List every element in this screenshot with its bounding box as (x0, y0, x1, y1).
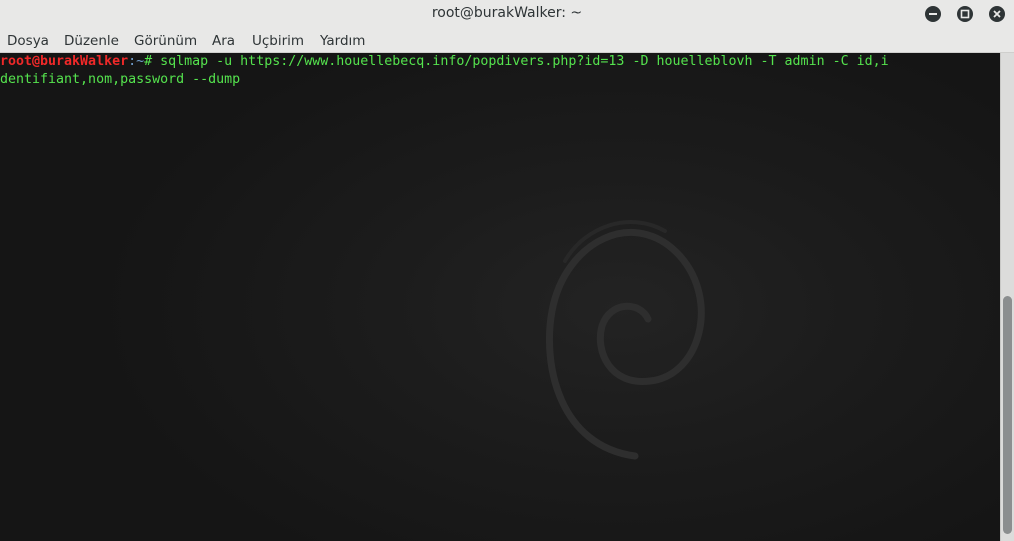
command-line-1: sqlmap -u https://www.houellebecq.info/p… (160, 54, 889, 69)
close-button[interactable] (989, 6, 1005, 22)
maximize-button[interactable] (957, 6, 973, 22)
prompt-user: root@burakWalker (0, 54, 129, 69)
terminal-output: root@burakWalker:~# sqlmap -u https://ww… (0, 53, 1000, 89)
menu-bar: Dosya Düzenle Görünüm Ara Uçbirim Yardım (0, 30, 1014, 53)
menu-dosya[interactable]: Dosya (7, 32, 49, 50)
menu-ara[interactable]: Ara (212, 32, 235, 50)
debian-swirl-icon (546, 220, 705, 460)
window-title: root@burakWalker: ~ (431, 5, 583, 21)
terminal-window: root@burakWalker: ~ Dosya Düzenle Görünü… (0, 0, 1014, 541)
menu-gorunum[interactable]: Görünüm (134, 32, 197, 50)
terminal-area[interactable]: root@burakWalker:~# sqlmap -u https://ww… (0, 53, 1000, 541)
prompt-path: :~ (128, 54, 145, 69)
command-line-2: dentifiant,nom,password --dump (0, 72, 241, 87)
minimize-button[interactable] (925, 6, 941, 22)
maximize-icon (960, 9, 970, 19)
close-icon (993, 10, 1001, 18)
scrollbar-thumb[interactable] (1003, 296, 1012, 534)
scrollbar[interactable] (1000, 53, 1014, 541)
menu-duzenle[interactable]: Düzenle (64, 32, 119, 50)
menu-yardim[interactable]: Yardım (320, 32, 365, 50)
title-bar[interactable]: root@burakWalker: ~ (0, 0, 1014, 30)
minimize-icon (929, 13, 937, 15)
menu-ucbirim[interactable]: Uçbirim (252, 32, 304, 50)
prompt-symbol: # (144, 54, 161, 69)
